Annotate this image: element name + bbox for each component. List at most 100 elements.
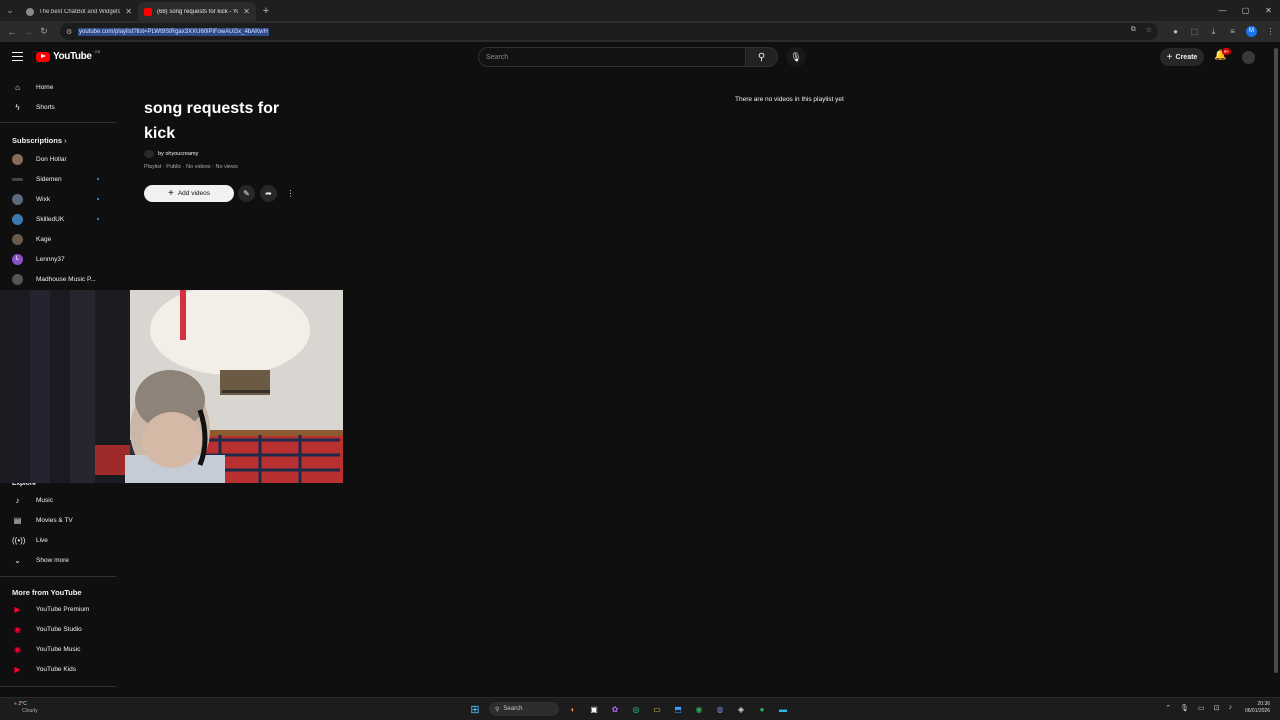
subscription-wixk[interactable]: Wixk (0, 189, 116, 209)
webcam-image (0, 290, 343, 483)
share-button[interactable]: ➦ (260, 185, 277, 202)
taskbar-clock[interactable]: 20:36 06/01/2026 (1245, 701, 1270, 715)
subscription-sidemen[interactable]: Sidemen (0, 169, 116, 189)
browser-tab-youtube[interactable]: (68) song requests for kick - Yo ✕ (138, 2, 256, 21)
youtube-kids-icon: ▶ (14, 664, 21, 674)
browser-tab-chatbot[interactable]: The best ChatBot and Widgets ✕ (20, 2, 138, 21)
more-actions-button[interactable]: ⋮ (282, 185, 299, 202)
search-input[interactable]: Search (478, 47, 746, 67)
channel-avatar (12, 213, 23, 225)
sidebar-item-label: Live (36, 536, 48, 544)
windows-start-icon[interactable]: ⊞ (468, 702, 482, 716)
profile-avatar[interactable]: M (1246, 26, 1257, 37)
minimize-icon[interactable]: — (1211, 0, 1234, 21)
empty-playlist-message: There are no videos in this playlist yet (735, 96, 844, 103)
tab-close-icon[interactable]: ✕ (243, 7, 250, 16)
taskbar-search[interactable]: ⚲ Search (489, 702, 559, 716)
youtube-logo[interactable]: YouTube GB (36, 49, 100, 62)
reload-icon[interactable]: ↻ (36, 23, 52, 41)
chatbot-favicon-icon (26, 7, 34, 16)
add-videos-label: Add videos (177, 190, 210, 197)
browser-toolbar: ← → ↻ ⚙ youtube.com/playlist?list=PLWt9S… (0, 21, 1280, 42)
youtube-play-icon (36, 51, 50, 62)
sidebar-item-live[interactable]: ((•)) Live (0, 530, 116, 550)
browser-menu-icon[interactable]: ⋮ (1261, 27, 1280, 36)
playlist-title-line: song requests for (144, 100, 280, 117)
sidebar-item-movies[interactable]: ▤ Movies & TV (0, 510, 116, 530)
voice-search-button[interactable]: 🎙 (786, 47, 806, 67)
subscription-kage[interactable]: Kage (0, 229, 116, 249)
subscription-madhouse[interactable]: Madhouse Music P... (0, 269, 116, 289)
address-bar[interactable]: ⚙ youtube.com/playlist?list=PLWt9StRgax3… (60, 23, 1158, 40)
plus-icon: + (167, 188, 174, 199)
widget-app-icon[interactable]: ◐ (566, 702, 580, 716)
reading-list-icon[interactable]: ≡ (1223, 27, 1242, 36)
url-text[interactable]: youtube.com/playlist?list=PLWt9StRgax3XX… (78, 27, 269, 36)
new-tab-icon[interactable]: + (256, 2, 276, 21)
copilot-icon[interactable]: ✿ (608, 702, 622, 716)
file-explorer-icon[interactable]: ▭ (650, 702, 664, 716)
tab-title: The best ChatBot and Widgets (39, 8, 121, 15)
back-icon[interactable]: ← (4, 23, 20, 41)
subscriptions-heading[interactable]: Subscriptions › (12, 136, 67, 145)
install-app-icon[interactable]: ⧉ (1131, 26, 1136, 34)
discord-icon[interactable]: ◍ (713, 702, 727, 716)
clock-time: 20:36 (1257, 701, 1270, 707)
home-icon: ⌂ (15, 82, 20, 92)
edit-button[interactable]: ✎ (238, 185, 255, 202)
create-button[interactable]: + Create (1160, 48, 1204, 66)
tab-close-icon[interactable]: ✕ (125, 7, 132, 16)
extensions-puzzle-icon[interactable]: ⬚ (1185, 27, 1204, 36)
weather-widget[interactable]: ● 2°C Cloudy (14, 701, 38, 715)
extension-icon[interactable]: ● (1166, 27, 1185, 36)
task-view-icon[interactable]: ▣ (587, 702, 601, 716)
sidebar-item-youtube-music[interactable]: ◉ YouTube Music (0, 639, 116, 659)
sidebar-divider (0, 686, 116, 687)
account-avatar[interactable] (1242, 51, 1255, 64)
volume-icon[interactable]: ♪ (1229, 704, 1233, 712)
subscription-skilleduk[interactable]: SkilledUK (0, 209, 116, 229)
sidebar-item-show-more[interactable]: ⌄ Show more (0, 550, 116, 570)
search-icon: ⚲ (495, 706, 500, 713)
edge-icon[interactable]: ◎ (629, 702, 643, 716)
scrollbar-thumb[interactable] (1274, 48, 1278, 673)
forward-icon[interactable]: → (20, 23, 36, 41)
share-icon: ➦ (265, 189, 272, 198)
app-icon[interactable]: ▬ (776, 702, 790, 716)
owner-name[interactable]: by ohyoucreamy (158, 151, 198, 157)
spotify-icon[interactable]: ● (755, 702, 769, 716)
sidebar-item-youtube-studio[interactable]: ◉ YouTube Studio (0, 619, 116, 639)
site-info-icon[interactable]: ⚙ (66, 28, 78, 36)
search-button[interactable]: ⚲ (745, 47, 778, 67)
channel-name: Sidemen (36, 175, 62, 183)
network-icon[interactable]: ⊡ (1214, 704, 1220, 712)
maximize-icon[interactable]: ▢ (1234, 0, 1257, 21)
display-icon[interactable]: ▭ (1198, 704, 1205, 712)
weather-desc: Cloudy (22, 708, 38, 714)
tray-overflow-icon[interactable]: ⌃ (1165, 704, 1171, 712)
subscription-lennny37[interactable]: L Lennny37 (0, 249, 116, 269)
playlist-meta: Playlist · Public · No videos · No views (144, 164, 238, 170)
chrome-icon[interactable]: ◉ (692, 702, 706, 716)
sidebar-item-label: Show more (36, 556, 69, 564)
sidebar-item-youtube-premium[interactable]: ▶ YouTube Premium (0, 599, 116, 619)
playlist-owner[interactable]: by ohyoucreamy (144, 150, 198, 158)
webcam-overlay (0, 290, 343, 483)
sidebar-item-shorts[interactable]: ϟ Shorts (0, 97, 116, 117)
store-icon[interactable]: ⬒ (671, 702, 685, 716)
live-icon: ((•)) (12, 535, 26, 545)
sidebar-item-youtube-kids[interactable]: ▶ YouTube Kids (0, 659, 116, 679)
sidebar-item-home[interactable]: ⌂ Home (0, 77, 116, 97)
add-videos-button[interactable]: + Add videos (144, 185, 234, 202)
new-content-dot (97, 178, 99, 180)
bookmark-star-icon[interactable]: ☆ (1146, 26, 1152, 34)
channel-name: SkilledUK (36, 215, 65, 223)
tab-search-icon[interactable]: ⌄ (0, 0, 20, 21)
close-window-icon[interactable]: ✕ (1257, 0, 1280, 21)
mic-tray-icon[interactable]: 🎙 (1180, 704, 1189, 712)
obs-icon[interactable]: ◈ (734, 702, 748, 716)
subscription-don-hollar[interactable]: Don Hollar (0, 149, 116, 169)
hamburger-menu-icon[interactable] (12, 52, 23, 64)
download-icon[interactable]: ⤓ (1204, 27, 1223, 37)
sidebar-item-music[interactable]: ♪ Music (0, 490, 116, 510)
